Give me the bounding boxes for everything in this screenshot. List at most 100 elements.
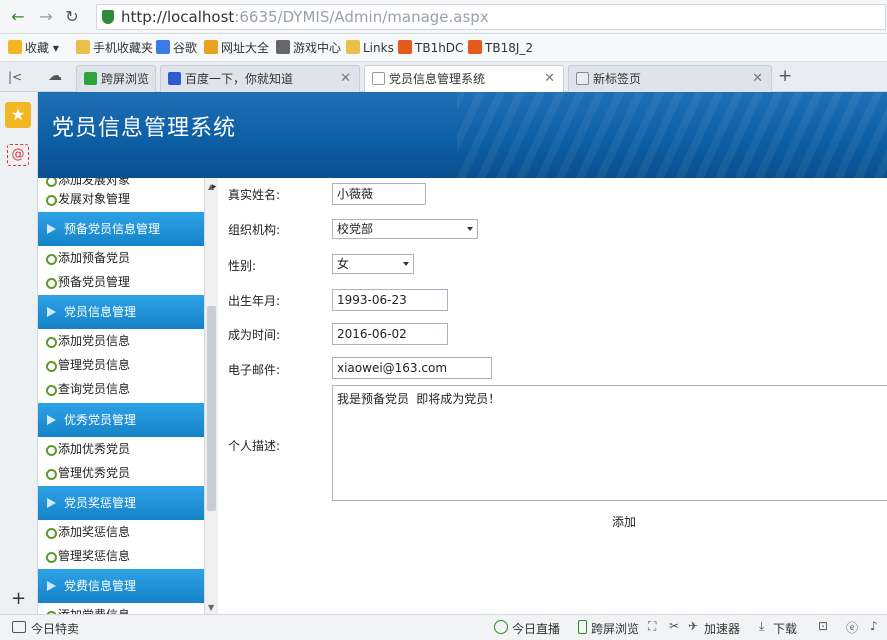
bullet-marker: ▸ [212, 182, 217, 192]
menu-item[interactable]: 管理优秀党员 [38, 461, 204, 485]
tab-cross-screen[interactable]: 跨屏浏览 [76, 65, 156, 92]
browser-sidebar: ★ @ + [0, 92, 38, 614]
menu-item[interactable]: 发展对象管理 [38, 187, 204, 211]
birth-label: 出生年月: [228, 294, 281, 308]
gamepad-icon [276, 40, 290, 54]
add-icon[interactable]: + [11, 588, 26, 609]
menu-item[interactable]: 管理奖惩信息 [38, 544, 204, 568]
address-bar: ← → ↻ http://localhost:6635/DYMIS/Admin/… [0, 0, 887, 34]
desc-label: 个人描述: [228, 439, 281, 453]
chevron-down-icon [403, 262, 409, 266]
fav-mobile[interactable]: 手机收藏夹 [76, 39, 153, 57]
security-shield-icon [102, 10, 114, 24]
new-tab-icon[interactable]: + [778, 66, 792, 86]
refresh-icon[interactable]: ↻ [62, 7, 82, 27]
folder-icon [76, 40, 90, 54]
favorites-bar: 收藏 ▾ 手机收藏夹 谷歌 网址大全 游戏中心 Links TB1hDC TB1… [0, 34, 887, 62]
app-title: 党员信息管理系统 [52, 116, 237, 141]
taobao-icon [468, 40, 482, 54]
join-label: 成为时间: [228, 328, 281, 342]
description-textarea[interactable]: 我是预备党员 即将成为党员！ [332, 385, 887, 501]
folder-icon [346, 40, 360, 54]
app-header: 党员信息管理系统 [38, 92, 887, 178]
menu-item[interactable]: 添加党员信息 [38, 329, 204, 353]
birth-input[interactable]: 1993-06-23 [332, 289, 448, 311]
favorites-star-icon[interactable]: ★ [5, 102, 31, 128]
menu-item[interactable]: 添加优秀党员 [38, 437, 204, 461]
url-host: http://localhost [121, 8, 235, 26]
nav-menu: 添加发展对象 发展对象管理 预备党员信息管理 添加预备党员 预备党员管理 党员信… [38, 178, 204, 614]
status-download[interactable]: 下载 [773, 620, 797, 637]
grid-icon [576, 72, 589, 85]
sidebar-toggle-icon[interactable]: |< [8, 70, 22, 84]
gender-select[interactable]: 女 [332, 254, 414, 274]
back-icon[interactable]: ← [8, 7, 28, 27]
forward-icon[interactable]: → [36, 7, 56, 27]
fav-collect[interactable]: 收藏 ▾ [8, 39, 59, 57]
menu-group-excellent[interactable]: 优秀党员管理 [38, 403, 204, 437]
gender-label: 性别: [228, 259, 257, 273]
tab-baidu[interactable]: 百度一下，你就知道 ✕ [160, 65, 360, 92]
star-icon [8, 40, 22, 54]
fullscreen-icon[interactable]: ⛶ [648, 619, 656, 634]
menu-item[interactable]: 查询党员信息 [38, 377, 204, 401]
tab-new[interactable]: 新标签页 ✕ [568, 65, 772, 92]
menu-item[interactable]: 管理党员信息 [38, 353, 204, 377]
org-label: 组织机构: [228, 223, 281, 237]
status-bar: 今日特卖 今日直播 跨屏浏览 ⛶ ✂ ✈ 加速器 ⤓ 下载 ⊡ ⓔ ♪ [0, 614, 887, 640]
name-label: 真实姓名: [228, 188, 281, 202]
tab-bar: |< ☁ 跨屏浏览 百度一下，你就知道 ✕ 党员信息管理系统 ✕ 新标签页 ✕ + [0, 62, 887, 92]
menu-item[interactable]: 预备党员管理 [38, 270, 204, 294]
mail-icon[interactable]: @ [7, 144, 29, 166]
bag-icon [12, 621, 26, 633]
fav-links[interactable]: Links [346, 39, 394, 57]
menu-group-fees[interactable]: 党费信息管理 [38, 569, 204, 603]
cloud-icon[interactable]: ☁ [48, 68, 62, 84]
tab-party-system[interactable]: 党员信息管理系统 ✕ [364, 65, 564, 92]
close-icon[interactable]: ✕ [752, 66, 763, 92]
phone-icon [578, 620, 587, 634]
fav-tb1[interactable]: TB1hDC [398, 39, 463, 57]
email-input[interactable]: xiaowei@163.com [332, 357, 492, 379]
status-deals[interactable]: 今日特卖 [31, 620, 79, 637]
menu-item[interactable]: 添加奖惩信息 [38, 520, 204, 544]
panel-icon[interactable]: ⊡ [818, 619, 828, 633]
fav-google[interactable]: 谷歌 [156, 39, 197, 57]
add-button[interactable]: 添加 [612, 513, 636, 530]
phone-icon [84, 72, 97, 85]
google-icon [156, 40, 170, 54]
taobao-icon [398, 40, 412, 54]
fav-tb2[interactable]: TB18J_2 [468, 39, 533, 57]
page-icon [372, 72, 385, 85]
close-icon[interactable]: ✕ [340, 66, 351, 92]
menu-item[interactable]: 添加党费信息 [38, 603, 204, 614]
status-cross-screen[interactable]: 跨屏浏览 [591, 620, 639, 637]
fav-sites[interactable]: 网址大全 [204, 39, 269, 57]
url-path: :6635/DYMIS/Admin/manage.aspx [234, 8, 489, 26]
status-accelerator[interactable]: 加速器 [704, 620, 740, 637]
chevron-down-icon [467, 227, 473, 231]
name-input[interactable]: 小薇薇 [332, 183, 426, 205]
close-icon[interactable]: ✕ [544, 66, 555, 92]
fav-games[interactable]: 游戏中心 [276, 39, 341, 57]
org-select[interactable]: 校党部 [332, 219, 478, 239]
url-input[interactable]: http://localhost:6635/DYMIS/Admin/manage… [96, 4, 886, 30]
speaker-icon[interactable]: ♪ [870, 619, 878, 633]
play-icon [494, 620, 508, 634]
status-live[interactable]: 今日直播 [512, 620, 560, 637]
menu-group-probationary[interactable]: 预备党员信息管理 [38, 212, 204, 246]
scroll-thumb[interactable] [207, 306, 216, 511]
email-label: 电子邮件: [228, 363, 281, 377]
menu-item[interactable]: 添加预备党员 [38, 246, 204, 270]
join-input[interactable]: 2016-06-02 [332, 323, 448, 345]
menu-group-rewards[interactable]: 党员奖惩管理 [38, 486, 204, 520]
menu-scrollbar[interactable]: ▲ ▼ [204, 178, 218, 614]
ie-icon[interactable]: ⓔ [846, 619, 858, 636]
paw-icon [168, 72, 181, 85]
download-icon: ⤓ [759, 619, 765, 633]
sites-icon [204, 40, 218, 54]
rocket-icon: ✈ [688, 619, 699, 633]
scroll-down-icon[interactable]: ▼ [208, 603, 214, 612]
cut-icon[interactable]: ✂ [669, 619, 679, 633]
menu-group-members[interactable]: 党员信息管理 [38, 295, 204, 329]
